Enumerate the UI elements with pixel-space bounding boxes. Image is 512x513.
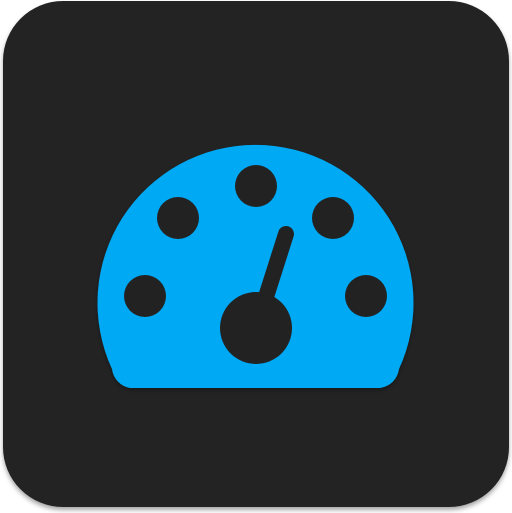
speedometer-icon xyxy=(97,144,414,388)
dial-marker xyxy=(235,165,277,207)
dial-marker xyxy=(157,197,199,239)
app-icon[interactable] xyxy=(3,1,509,507)
dial-marker xyxy=(124,275,166,317)
needle-hub xyxy=(220,292,292,364)
dial-marker xyxy=(345,275,387,317)
dial-marker xyxy=(312,197,354,239)
